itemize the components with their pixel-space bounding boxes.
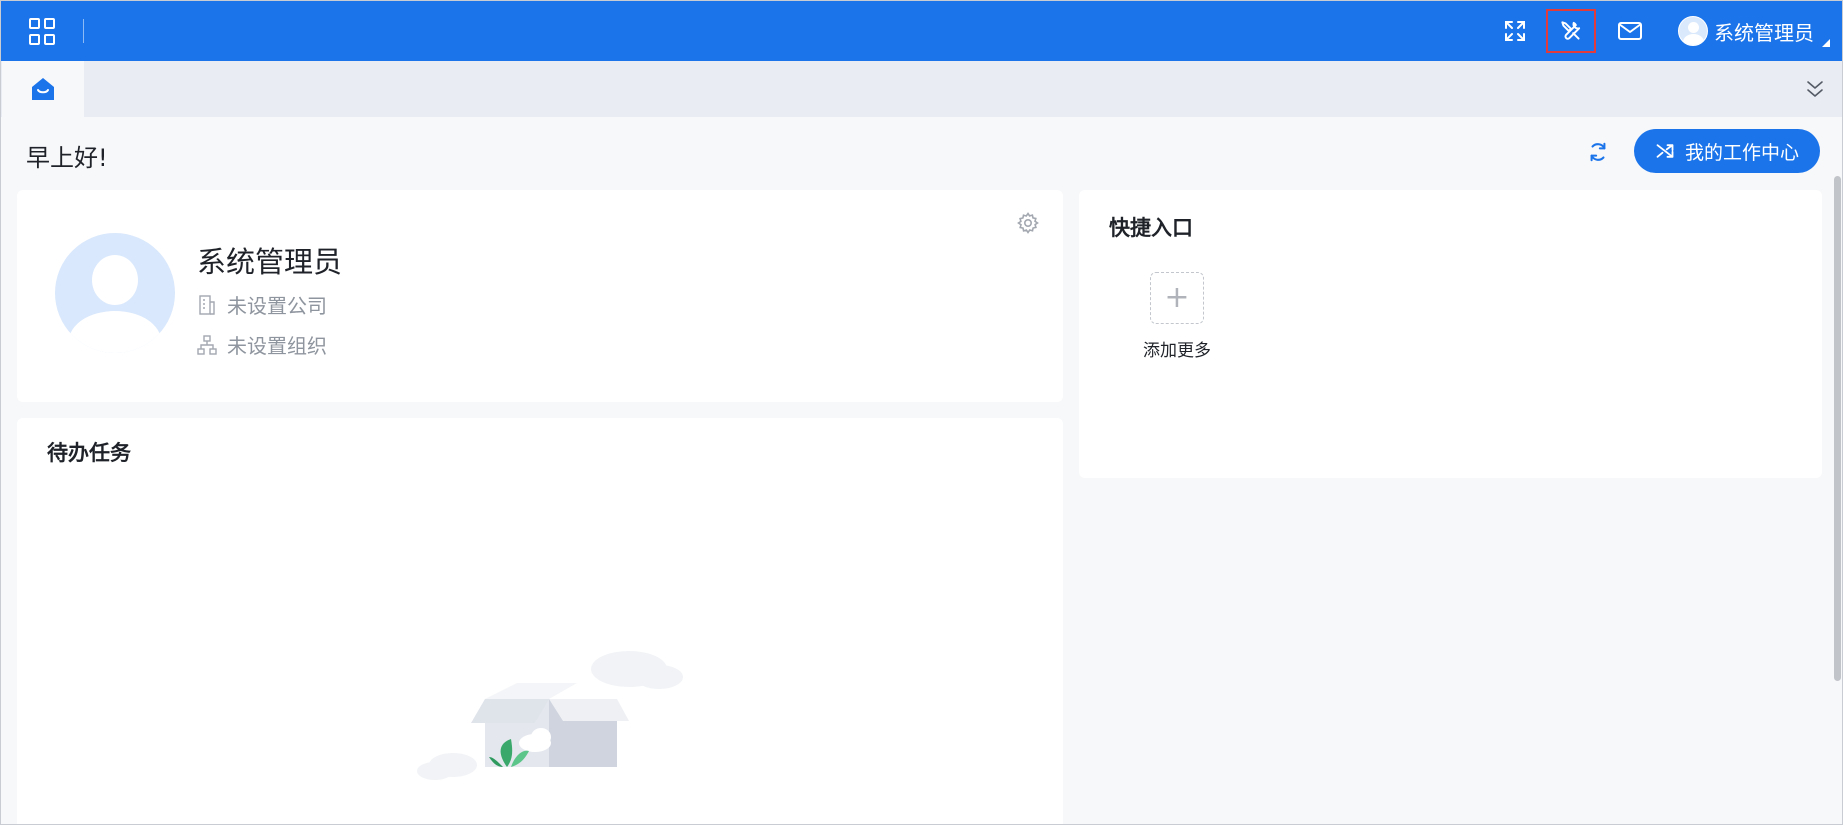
- tabs-bar: [1, 61, 1842, 117]
- tools-icon[interactable]: [1546, 9, 1596, 53]
- profile-name: 系统管理员: [197, 245, 343, 279]
- gear-icon[interactable]: [1015, 210, 1041, 236]
- header-divider: [83, 19, 84, 43]
- work-center-button[interactable]: 我的工作中心: [1634, 129, 1820, 173]
- company-row: 未设置公司: [197, 290, 327, 319]
- organization-text: 未设置组织: [227, 334, 327, 358]
- todo-card: 待办任务: [17, 418, 1063, 824]
- building-icon: [197, 294, 217, 316]
- home-icon: [32, 78, 54, 100]
- double-chevron-down-icon[interactable]: [1803, 77, 1827, 101]
- scrollbar[interactable]: [1834, 176, 1841, 681]
- fullscreen-icon[interactable]: [1499, 15, 1531, 47]
- quick-entry-title: 快捷入口: [1109, 216, 1193, 240]
- plus-icon: +: [1150, 272, 1204, 324]
- tab-home[interactable]: [2, 61, 84, 117]
- greeting-text: 早上好!: [26, 144, 108, 172]
- mail-icon[interactable]: [1614, 15, 1646, 47]
- add-more-label: 添加更多: [1143, 341, 1211, 361]
- org-tree-icon: [197, 334, 217, 356]
- caret-down-icon: [1822, 39, 1830, 47]
- user-avatar-icon: [1678, 16, 1708, 46]
- shuffle-icon: [1655, 141, 1675, 161]
- add-more-button[interactable]: + 添加更多: [1127, 272, 1227, 361]
- profile-card: 系统管理员 未设置公司 未设置组织: [17, 190, 1063, 402]
- apps-grid-icon[interactable]: [29, 18, 57, 46]
- top-header: 系统管理员: [1, 1, 1842, 61]
- work-center-label: 我的工作中心: [1684, 142, 1799, 164]
- empty-box-illustration: [417, 651, 683, 780]
- header-user-name: 系统管理员: [1714, 20, 1814, 45]
- app-window: 系统管理员 早上好! 我的工作中心 系统管理员 未设置公司 未设置组织 快捷入口…: [0, 0, 1843, 825]
- user-menu[interactable]: 系统管理员: [1678, 15, 1830, 47]
- todo-title: 待办任务: [47, 441, 131, 465]
- avatar: [55, 233, 175, 353]
- company-text: 未设置公司: [227, 294, 327, 318]
- organization-row: 未设置组织: [197, 330, 327, 359]
- quick-entry-card: 快捷入口 + 添加更多: [1079, 190, 1822, 478]
- refresh-icon[interactable]: [1583, 137, 1613, 167]
